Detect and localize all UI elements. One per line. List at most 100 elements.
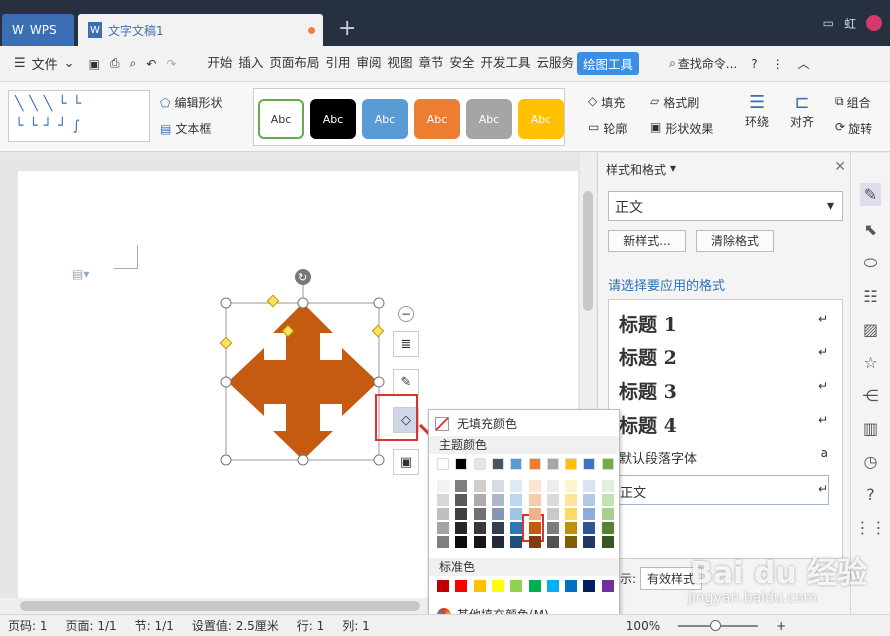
theme-swatch[interactable] [437,536,449,548]
tab-references[interactable]: 引用 [322,52,353,75]
theme-swatch[interactable] [455,480,468,492]
theme-swatch[interactable] [437,494,449,506]
fill-button[interactable]: ◇ 填充 [588,94,625,111]
pointer-icon[interactable]: ⬉ [864,220,877,239]
theme-swatch[interactable] [583,494,596,506]
style-heading-3[interactable]: 标题 3 [619,377,677,404]
theme-swatch[interactable] [583,480,596,492]
theme-swatch[interactable] [528,522,541,534]
style-option-outline-green[interactable]: Abc [258,99,304,139]
theme-swatch[interactable] [473,522,486,534]
style-default-font[interactable]: 默认段落字体 [619,448,697,467]
style-heading-4[interactable]: 标题 4 [619,411,677,438]
new-style-button[interactable]: 新样式... [608,230,686,252]
theme-swatch[interactable] [510,522,523,534]
redo-icon[interactable]: ↷ [166,57,176,71]
theme-swatch[interactable] [565,508,578,520]
theme-swatch[interactable] [491,508,504,520]
pen-icon[interactable]: ✎ [859,183,882,206]
standard-swatch[interactable] [491,580,504,592]
theme-swatch[interactable] [601,494,614,506]
shape-style-button[interactable]: ✎ [393,369,419,395]
theme-swatch[interactable] [601,480,614,492]
theme-swatch[interactable] [473,536,486,548]
theme-swatch[interactable] [473,480,486,492]
standard-swatch[interactable] [546,580,559,592]
shape-effects-button[interactable]: ▣ 形状效果 [650,120,713,137]
theme-swatch[interactable] [437,458,449,470]
rotate-button[interactable]: ⟳ 旋转 [835,120,872,137]
text-box-button[interactable]: ▤ 文本框 [160,120,211,137]
list-icon[interactable]: ☷ [863,287,877,306]
theme-swatch[interactable] [546,480,559,492]
share-icon[interactable]: ⋲ [863,386,879,405]
theme-swatch[interactable] [601,508,614,520]
theme-swatch[interactable] [565,494,578,506]
style-heading-2[interactable]: 标题 2 [619,343,677,370]
tab-insert[interactable]: 插入 [235,52,266,75]
collapse-toolbar-button[interactable]: − [398,306,414,322]
tab-view[interactable]: 视图 [384,52,415,75]
image-icon[interactable]: ▨ [863,320,878,339]
theme-swatch[interactable] [601,536,614,548]
outline-button[interactable]: ▭ 轮廓 [588,120,627,137]
archive-icon[interactable]: ▥ [863,419,878,438]
tab-section[interactable]: 章节 [415,52,446,75]
zoom-thumb[interactable] [710,619,722,631]
theme-swatch[interactable] [437,508,449,520]
tab-cloud[interactable]: 云服务 [534,52,578,75]
vertical-scroll-thumb[interactable] [583,191,593,311]
line-shapes-gallery[interactable]: ╲╲╲└└ └└┘┘∫ [8,90,150,142]
zoom-in-icon[interactable]: + [776,619,786,633]
theme-swatch[interactable] [565,458,578,470]
undo-icon[interactable]: ↶ [146,57,156,71]
help-circle-icon[interactable]: ? [866,485,875,504]
zoom-level[interactable]: 100% [626,619,660,633]
save-icon[interactable]: ▣ [89,57,100,71]
tab-home[interactable]: 开始 [204,52,235,75]
theme-swatch[interactable] [491,480,504,492]
four-way-arrow-shape[interactable] [228,303,378,460]
new-tab-button[interactable]: + [338,16,356,41]
theme-swatch[interactable] [437,522,449,534]
theme-swatch[interactable] [565,536,578,548]
theme-swatch[interactable] [528,480,541,492]
standard-swatch[interactable] [601,580,614,592]
theme-swatch[interactable] [546,458,559,470]
file-menu[interactable]: ☰ 文件 ⌄ [0,54,83,73]
theme-swatch[interactable] [565,522,578,534]
clear-format-button[interactable]: 清除格式 [696,230,774,252]
theme-swatch[interactable] [491,458,504,470]
style-option-orange[interactable]: Abc [414,99,460,139]
collapse-ribbon-icon[interactable]: ︿ [798,55,810,72]
standard-swatch[interactable] [473,580,486,592]
outline-color-button[interactable]: ▣ [393,449,419,475]
theme-swatch[interactable] [473,508,486,520]
tab-developer[interactable]: 开发工具 [478,52,534,75]
preview-icon[interactable]: ⌕ [130,56,137,71]
standard-swatch[interactable] [583,580,596,592]
zoom-slider[interactable] [678,619,759,631]
theme-swatch[interactable] [528,508,541,520]
edit-shape-button[interactable]: ⬠ 编辑形状 [160,94,222,111]
layout-options-button[interactable]: ≣ [393,331,419,357]
command-search[interactable]: 查找命令... [678,55,737,72]
style-option-gold[interactable]: Abc [518,99,564,139]
theme-swatch[interactable] [601,458,614,470]
theme-swatch[interactable] [473,494,486,506]
standard-swatch[interactable] [455,580,468,592]
theme-swatch[interactable] [546,536,559,548]
theme-swatch[interactable] [491,536,504,548]
current-style-select[interactable]: 正文 ▾ [608,191,843,221]
theme-swatch[interactable] [455,458,468,470]
horizontal-scroll-thumb[interactable] [20,601,420,611]
theme-swatch[interactable] [510,458,523,470]
theme-swatch[interactable] [455,494,468,506]
standard-swatch[interactable] [437,580,449,592]
history-icon[interactable]: ◷ [864,452,878,471]
theme-swatch[interactable] [583,522,596,534]
tab-security[interactable]: 安全 [447,52,478,75]
grid-icon[interactable]: ⋮⋮ [855,518,887,537]
print-icon[interactable]: ⎙ [110,56,120,71]
star-icon[interactable]: ☆ [863,353,877,372]
